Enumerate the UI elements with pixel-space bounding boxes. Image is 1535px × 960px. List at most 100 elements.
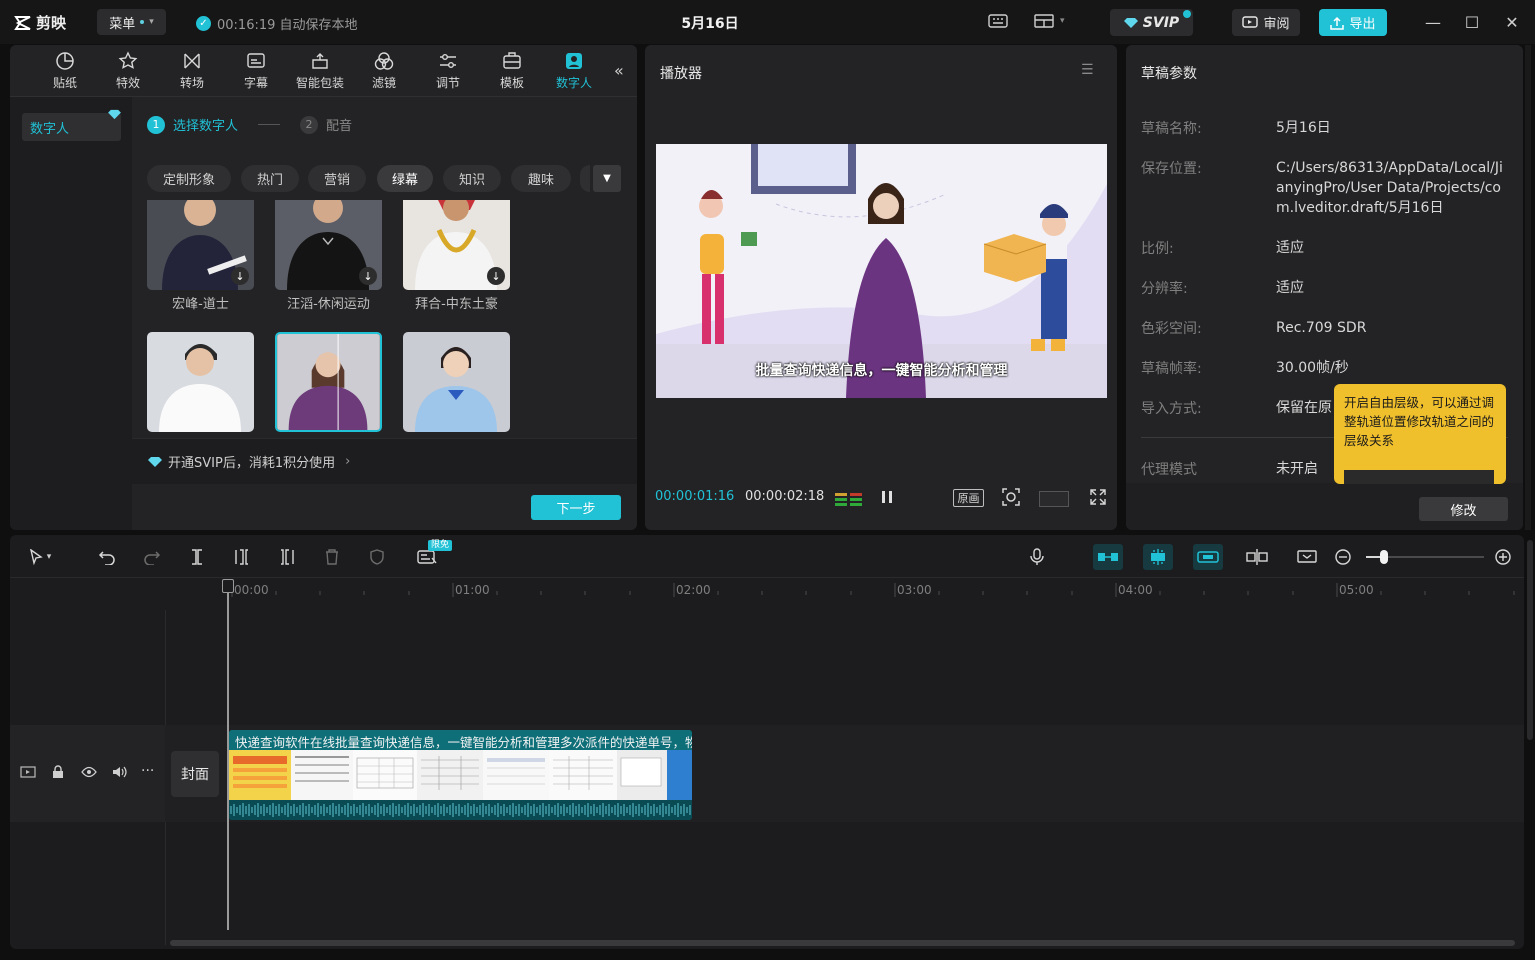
more-icon[interactable]: ··· bbox=[141, 763, 154, 779]
param-row: 比例: 适应 bbox=[1141, 238, 1511, 258]
hamburger-menu-icon[interactable]: ☰ bbox=[1081, 62, 1094, 78]
avatar-thumbnail bbox=[277, 334, 380, 430]
menu-button[interactable]: 菜单 ▾ bbox=[97, 9, 166, 35]
split-left-icon[interactable] bbox=[230, 546, 254, 568]
param-label: 色彩空间: bbox=[1141, 321, 1202, 337]
ruler-label: 03:00 bbox=[897, 583, 932, 597]
chip-hot[interactable]: 热门 bbox=[241, 165, 299, 192]
chip-more-button[interactable]: ▼ bbox=[593, 165, 621, 192]
eye-icon[interactable] bbox=[81, 766, 97, 782]
fullscreen-icon[interactable] bbox=[1084, 486, 1112, 508]
chip-knowledge[interactable]: 知识 bbox=[443, 165, 501, 192]
zoom-out-icon[interactable] bbox=[1331, 546, 1355, 568]
audio-waveform bbox=[229, 800, 692, 820]
avatar-card[interactable] bbox=[147, 332, 254, 432]
layout-icon bbox=[1034, 14, 1054, 28]
svip-hint[interactable]: 开通SVIP后，消耗1积分使用 › bbox=[132, 438, 637, 484]
tab-label: 字幕 bbox=[243, 76, 268, 90]
timeline-vscrollbar[interactable] bbox=[1527, 540, 1533, 740]
step-label[interactable]: 选择数字人 bbox=[173, 115, 238, 134]
zoom-slider-knob[interactable] bbox=[1380, 550, 1388, 564]
avatar-card[interactable] bbox=[403, 332, 510, 432]
select-tool-button[interactable]: ▾ bbox=[20, 546, 60, 568]
tab-subtitle[interactable]: 字幕 bbox=[228, 51, 284, 93]
tab-adjust[interactable]: 调节 bbox=[420, 51, 476, 93]
avatar-card[interactable]: ↓ bbox=[275, 200, 382, 290]
tab-smart-pack[interactable]: 智能包装 bbox=[292, 51, 348, 93]
quality-button[interactable]: 原画 bbox=[953, 489, 984, 507]
avatar-card[interactable]: ↓ bbox=[403, 200, 510, 290]
tab-transition[interactable]: 转场 bbox=[164, 51, 220, 93]
zoom-in-icon[interactable] bbox=[1491, 546, 1515, 568]
modify-button[interactable]: 修改 bbox=[1419, 497, 1508, 521]
video-preview[interactable]: 批量查询快递信息，一键智能分析和管理 bbox=[656, 144, 1107, 398]
param-row: 色彩空间: Rec.709 SDR bbox=[1141, 318, 1511, 338]
export-button[interactable]: 导出 bbox=[1319, 9, 1387, 36]
delete-icon[interactable] bbox=[320, 546, 344, 568]
linkage-icon[interactable] bbox=[1193, 544, 1223, 570]
zoom-slider[interactable] bbox=[1366, 550, 1484, 564]
audio-meter-icon bbox=[835, 491, 863, 511]
current-time: 00:00:01:16 bbox=[655, 489, 735, 504]
preview-window-icon[interactable] bbox=[1295, 546, 1319, 568]
diamond-icon bbox=[108, 109, 121, 124]
close-icon[interactable]: ✕ bbox=[1502, 12, 1522, 32]
time-ruler[interactable]: 00:00 01:00 02:00 03:00 04:00 05:00 bbox=[220, 579, 1524, 599]
playhead-handle[interactable] bbox=[222, 579, 234, 593]
next-step-button[interactable]: 下一步 bbox=[531, 495, 621, 520]
chip-green-screen[interactable]: 绿幕 bbox=[377, 165, 433, 192]
preview-axis-icon[interactable] bbox=[1245, 546, 1269, 568]
sidebar-item-label: 数字人 bbox=[30, 121, 70, 137]
step-label[interactable]: 配音 bbox=[326, 115, 352, 134]
link-main-track-icon[interactable] bbox=[1093, 544, 1123, 570]
undo-icon[interactable] bbox=[95, 546, 119, 568]
keyboard-icon[interactable] bbox=[988, 13, 1008, 33]
layer-tooltip[interactable]: 开启自由层级，可以通过调整轨道位置修改轨道之间的层级关系 bbox=[1334, 384, 1506, 484]
download-icon[interactable]: ↓ bbox=[487, 267, 505, 285]
chip-fun[interactable]: 趣味 bbox=[511, 165, 571, 192]
svip-button[interactable]: SVIP bbox=[1110, 9, 1193, 36]
pause-icon[interactable] bbox=[873, 486, 901, 508]
volume-icon[interactable] bbox=[111, 765, 127, 783]
tab-digital-human[interactable]: 数字人 bbox=[546, 51, 602, 93]
smart-pack-icon bbox=[312, 53, 328, 69]
tab-sticker[interactable]: 贴纸 bbox=[37, 51, 93, 93]
split-icon[interactable] bbox=[185, 546, 209, 568]
review-button[interactable]: 审阅 bbox=[1232, 9, 1300, 36]
collapse-icon[interactable]: « bbox=[614, 61, 624, 80]
chevron-down-icon: ▾ bbox=[149, 17, 154, 27]
download-icon[interactable]: ↓ bbox=[231, 267, 249, 285]
cover-button[interactable]: 封面 bbox=[171, 751, 219, 797]
check-icon: ✓ bbox=[196, 16, 211, 31]
avatar-card-selected[interactable] bbox=[275, 332, 382, 432]
video-clip[interactable]: 快递查询软件在线批量查询快递信息，一键智能分析和管理多次派件的快递单号，物 bbox=[229, 730, 692, 820]
video-subtitle: 批量查询快递信息，一键智能分析和管理 bbox=[755, 363, 1008, 379]
lock-icon[interactable] bbox=[52, 765, 64, 783]
panel-scrollbar[interactable] bbox=[1525, 45, 1531, 530]
playhead[interactable] bbox=[227, 580, 229, 930]
sidebar-item-digital-human[interactable]: 数字人 bbox=[22, 113, 121, 141]
tab-filter[interactable]: 滤镜 bbox=[356, 51, 412, 93]
ratio-select[interactable] bbox=[1039, 491, 1069, 507]
shield-icon[interactable] bbox=[365, 546, 389, 568]
split-right-icon[interactable] bbox=[275, 546, 299, 568]
avatar-card[interactable]: ↓ bbox=[147, 200, 254, 290]
param-label: 草稿名称: bbox=[1141, 121, 1202, 137]
redo-icon[interactable] bbox=[140, 546, 164, 568]
param-value: C:/Users/86313/AppData/Local/JianyingPro… bbox=[1276, 160, 1503, 216]
layout-button[interactable]: ▾ bbox=[1034, 13, 1065, 29]
tab-effects[interactable]: 特效 bbox=[100, 51, 156, 93]
document-title: 5月16日 bbox=[681, 16, 739, 32]
microphone-icon[interactable] bbox=[1025, 546, 1049, 568]
minimize-icon[interactable]: — bbox=[1423, 12, 1443, 32]
clip-title: 快递查询软件在线批量查询快递信息，一键智能分析和管理多次派件的快递单号，物 bbox=[235, 735, 692, 750]
screenshot-icon[interactable] bbox=[997, 486, 1025, 508]
timeline-scrollbar[interactable] bbox=[170, 940, 1515, 946]
tab-template[interactable]: 模板 bbox=[484, 51, 540, 93]
chip-marketing[interactable]: 营销 bbox=[308, 165, 366, 192]
chip-custom[interactable]: 定制形象 bbox=[147, 165, 231, 192]
transition-icon bbox=[184, 53, 200, 69]
download-icon[interactable]: ↓ bbox=[359, 267, 377, 285]
maximize-icon[interactable]: ☐ bbox=[1462, 12, 1482, 32]
auto-snap-icon[interactable] bbox=[1143, 544, 1173, 570]
